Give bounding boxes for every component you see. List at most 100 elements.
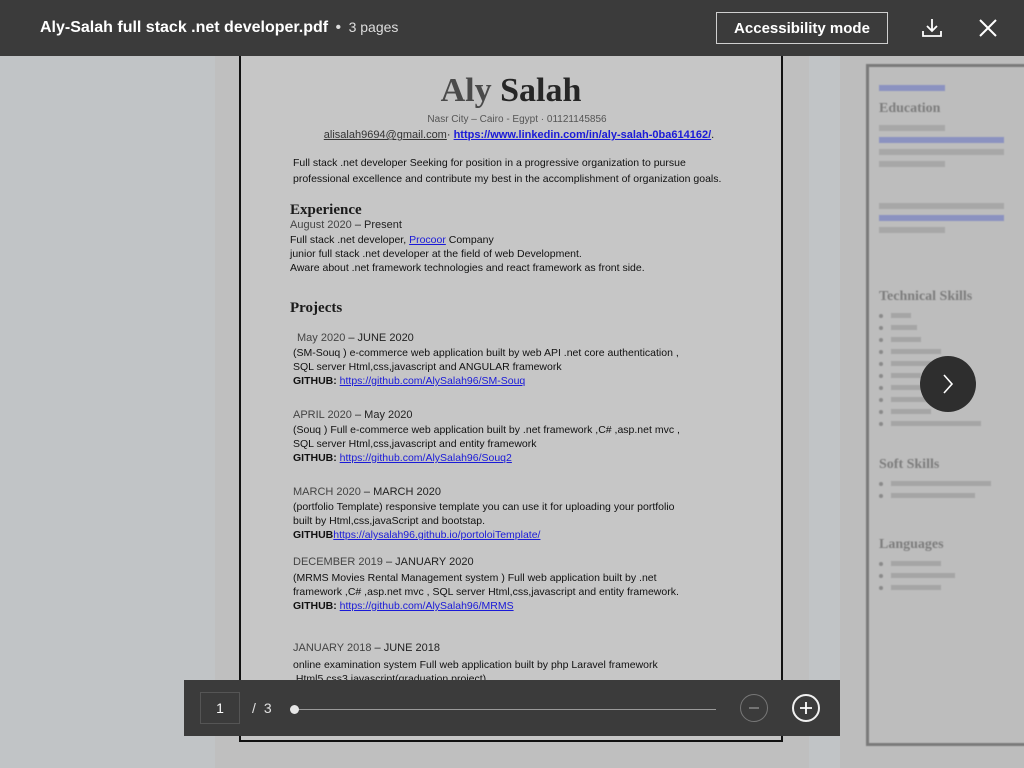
github-label: GITHUB — [293, 529, 334, 541]
blurred-line — [879, 227, 946, 233]
project-date-start: DECEMBER 2019 — [293, 556, 383, 568]
project-date-start: JANUARY 2018 — [293, 642, 372, 654]
project-line: (portfolio Template) responsive template… — [293, 501, 675, 513]
resume-email[interactable]: alisalah9694@gmail.com — [324, 129, 447, 141]
experience-date: August 2020 – Present — [290, 219, 402, 231]
project-date-end: – May 2020 — [354, 409, 413, 421]
download-button[interactable] — [918, 14, 946, 42]
experience-line-1: Full stack .net developer, Procoor Compa… — [290, 233, 494, 248]
project-line: (Souq ) Full e-commerce web application … — [293, 424, 680, 436]
blurred-bullet — [879, 421, 1024, 426]
procoor-link[interactable]: Procoor — [409, 234, 446, 246]
project-date-start: APRIL 2020 — [293, 409, 352, 421]
close-button[interactable] — [974, 14, 1002, 42]
blurred-line — [879, 137, 1004, 143]
resume-name: Aly Salah — [241, 72, 781, 110]
experience-heading: Experience — [290, 202, 362, 218]
project-line: online examination system Full web appli… — [293, 659, 658, 671]
zoom-in-icon — [800, 702, 812, 714]
linkedin-suffix: . — [711, 129, 715, 141]
zoom-out-button[interactable] — [740, 694, 768, 722]
resume-last-name: Salah — [500, 72, 582, 109]
experience-line-3: Aware about .net framework technologies … — [290, 262, 645, 274]
download-icon — [922, 19, 942, 37]
experience-line-2: junior full stack .net developer at the … — [290, 248, 582, 260]
chevron-right-icon — [943, 374, 954, 394]
github-link[interactable]: https://alysalah96.github.io/portoloiTem… — [333, 529, 540, 541]
project-line: (SM-Souq ) e-commerce web application bu… — [293, 347, 679, 359]
next-page-button[interactable] — [920, 356, 976, 412]
project-github: GITHUBhttps://alysalah96.github.io/porto… — [293, 528, 540, 543]
blurred-bullet — [879, 493, 1024, 498]
project-line: framework ,C# ,asp.net mvc , SQL server … — [293, 586, 679, 598]
page-count: 3 pages — [348, 19, 399, 35]
blurred-bullet — [879, 337, 1024, 342]
project-line: built by Html,css,javaScript and bootsta… — [293, 515, 486, 527]
resume-first-name: Aly — [440, 72, 492, 109]
github-label: GITHUB: — [293, 452, 337, 464]
accessibility-mode-button[interactable]: Accessibility mode — [716, 12, 888, 44]
exp-date-start: August 2020 — [290, 219, 352, 231]
blurred-bullet — [879, 585, 1024, 590]
project-date: APRIL 2020 – May 2020 — [293, 409, 412, 421]
project-line: SQL server Html,css,javascript and ANGUL… — [293, 361, 562, 373]
resume-linkedin-link[interactable]: https://www.linkedin.com/in/aly-salah-0b… — [454, 129, 712, 141]
project-date-start: May 2020 — [297, 332, 346, 344]
summary-line-2: professional excellence and contribute m… — [293, 173, 722, 185]
project-date: DECEMBER 2019 – JANUARY 2020 — [293, 556, 474, 568]
blurred-bullet — [879, 561, 1024, 566]
github-link[interactable]: https://github.com/AlySalah96/SM-Souq — [340, 375, 526, 387]
github-link[interactable]: https://github.com/AlySalah96/MRMS — [340, 600, 514, 612]
project-date-start: MARCH 2020 — [293, 486, 361, 498]
github-label: GITHUB: — [293, 600, 337, 612]
github-link[interactable]: https://github.com/AlySalah96/Souq2 — [340, 452, 512, 464]
page-total: /3 — [252, 700, 272, 716]
blurred-bullet — [879, 349, 1024, 354]
close-icon — [979, 19, 997, 37]
page-slider-thumb[interactable] — [290, 705, 299, 714]
page-slider-track[interactable] — [294, 709, 716, 710]
blurred-line — [879, 215, 1004, 221]
blurred-bullet — [879, 325, 1024, 330]
project-github: GITHUB: https://github.com/AlySalah96/So… — [293, 451, 512, 466]
project-date: JANUARY 2018 – JUNE 2018 — [293, 642, 440, 654]
resume-contact: alisalah9694@gmail.com· https://www.link… — [241, 129, 781, 141]
project-date-end: – JUNE 2020 — [348, 332, 414, 344]
project-line: (MRMS Movies Rental Management system ) … — [293, 572, 657, 584]
total-pages: 3 — [263, 700, 272, 716]
page-number-input[interactable] — [200, 692, 240, 724]
github-label: GITHUB: — [293, 375, 337, 387]
next-page-heading-languages: Languages — [879, 537, 944, 552]
title-separator: • — [335, 19, 342, 36]
blurred-line — [879, 149, 1004, 155]
exp-date-end: – Present — [354, 219, 402, 231]
page-slash: / — [252, 700, 256, 716]
next-page-heading-education: Education — [879, 101, 941, 116]
zoom-in-button[interactable] — [792, 694, 820, 722]
next-page-link-line — [879, 85, 946, 91]
blurred-bullet — [879, 481, 1024, 486]
next-page-preview: Education Technical Skills Soft Skills L… — [840, 56, 1024, 768]
project-date: MARCH 2020 – MARCH 2020 — [293, 486, 441, 498]
viewer-toolbar: Aly-Salah full stack .net developer.pdf … — [0, 0, 1024, 56]
exp-line1-prefix: Full stack .net developer, — [290, 234, 410, 246]
zoom-out-icon — [749, 707, 759, 709]
document-title: Aly-Salah full stack .net developer.pdf … — [40, 19, 398, 37]
document-page: Aly Salah Nasr City – Cairo - Egypt · 01… — [239, 24, 783, 742]
project-date-end: – JUNE 2018 — [374, 642, 440, 654]
project-date-end: – JANUARY 2020 — [385, 556, 474, 568]
blurred-line — [879, 203, 1004, 209]
project-date-end: – MARCH 2020 — [363, 486, 441, 498]
projects-heading: Projects — [290, 300, 343, 316]
summary-line-1: Full stack .net developer Seeking for po… — [293, 157, 686, 169]
file-name: Aly-Salah full stack .net developer.pdf — [40, 19, 329, 36]
blurred-bullet — [879, 313, 1024, 318]
project-date: May 2020 – JUNE 2020 — [297, 332, 414, 344]
resume-address: Nasr City – Cairo - Egypt · 01121145856 — [427, 114, 607, 125]
blurred-bullet — [879, 573, 1024, 578]
contact-separator: · — [446, 129, 451, 141]
blurred-line — [879, 161, 946, 167]
page-navigation-bar: /3 — [184, 680, 840, 736]
project-github: GITHUB: https://github.com/AlySalah96/SM… — [293, 374, 525, 389]
next-page-heading-technical-skills: Technical Skills — [879, 289, 973, 304]
